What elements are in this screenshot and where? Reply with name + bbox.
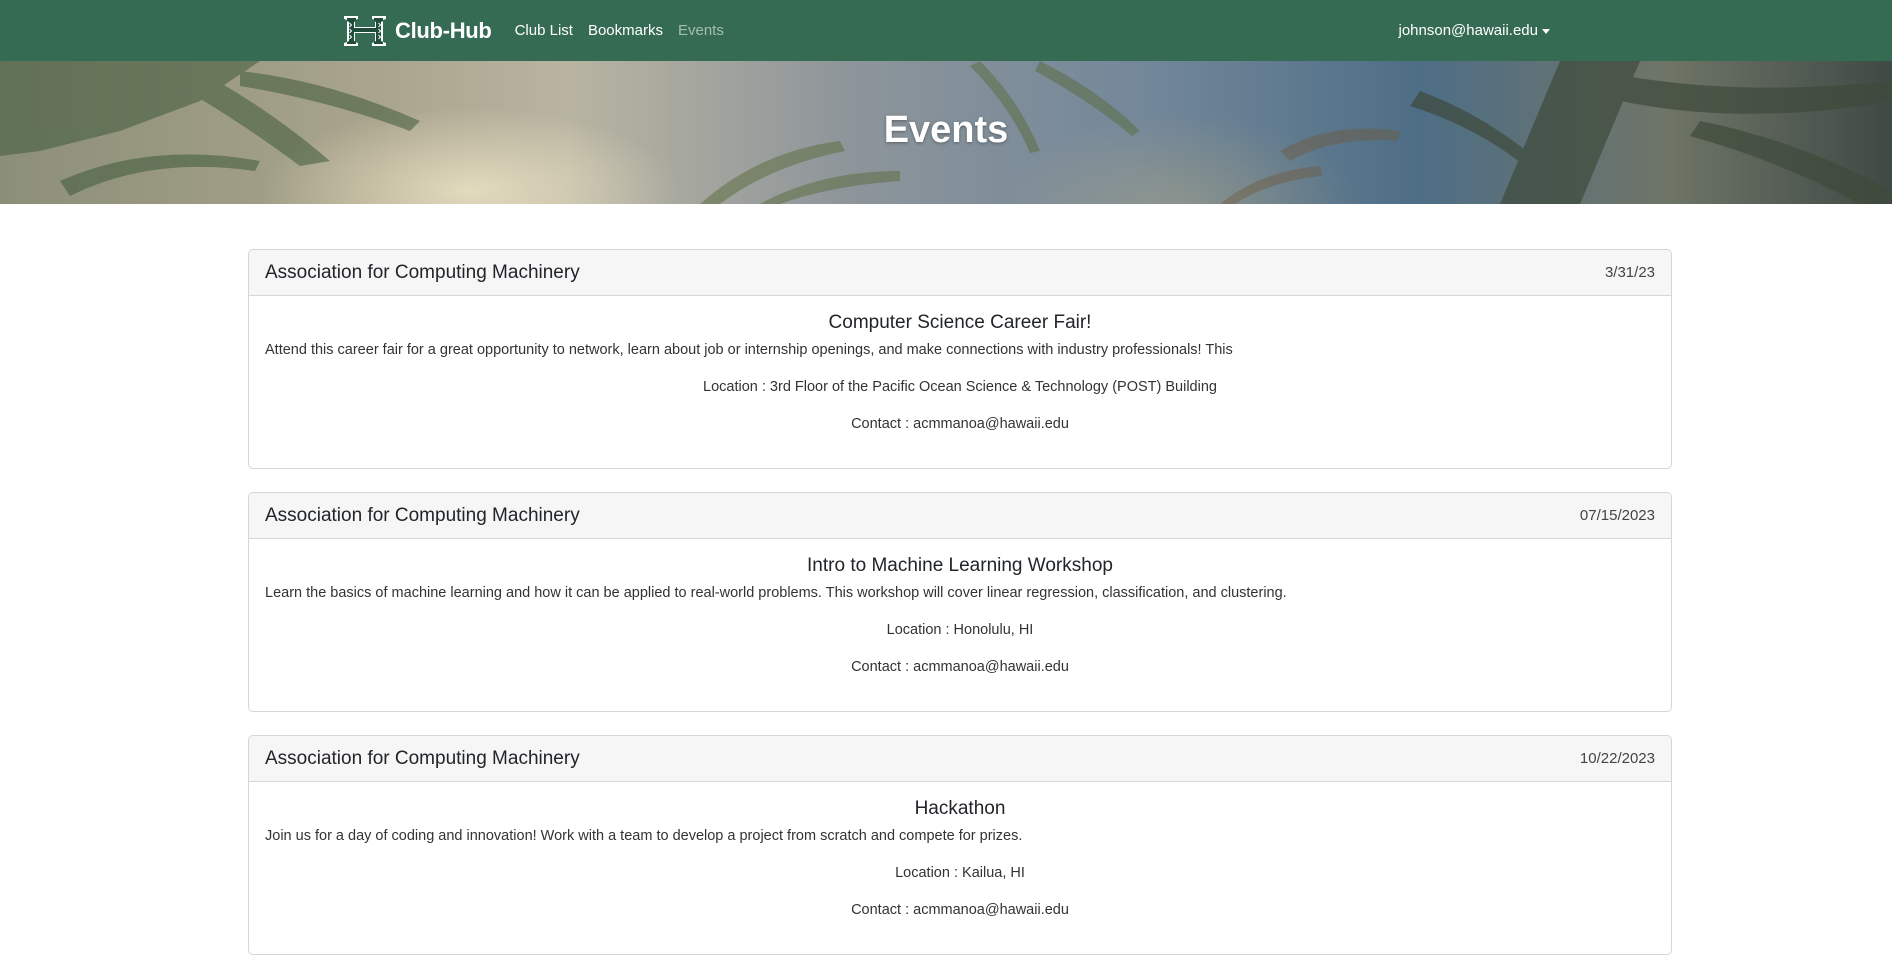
event-date: 3/31/23 bbox=[1604, 264, 1655, 281]
event-description: Learn the basics of machine learning and… bbox=[265, 585, 1287, 601]
event-title: Computer Science Career Fair! bbox=[828, 312, 1092, 333]
user-email: johnson@hawaii.edu bbox=[1398, 22, 1539, 39]
event-contact: Contact : acmmanoa@hawaii.edu bbox=[851, 902, 1069, 918]
event-card: Association for Computing Machinery 10/2… bbox=[248, 735, 1672, 955]
hero-banner: Events bbox=[0, 61, 1892, 204]
page-title: Events bbox=[883, 109, 1009, 151]
event-location: Location : Kailua, HI bbox=[895, 865, 1025, 881]
event-location: Location : 3rd Floor of the Pacific Ocea… bbox=[703, 379, 1217, 395]
event-card: Association for Computing Machinery 3/31… bbox=[248, 249, 1672, 469]
user-dropdown[interactable]: johnson@hawaii.edu bbox=[1398, 22, 1550, 39]
event-club-name: Association for Computing Machinery bbox=[265, 747, 580, 769]
navbar-container: Club-Hub Club List Bookmarks Events john… bbox=[342, 0, 1550, 61]
nav-links: Club List Bookmarks Events bbox=[515, 22, 724, 39]
nav-link-bookmarks[interactable]: Bookmarks bbox=[588, 22, 663, 39]
nav-link-events[interactable]: Events bbox=[678, 22, 724, 39]
brand-link[interactable]: Club-Hub bbox=[342, 13, 492, 49]
event-club-name: Association for Computing Machinery bbox=[265, 504, 580, 526]
event-card-header: Association for Computing Machinery 10/2… bbox=[249, 736, 1671, 782]
event-date: 10/22/2023 bbox=[1579, 750, 1655, 767]
events-list: Association for Computing Machinery 3/31… bbox=[248, 249, 1672, 978]
event-card-body: Computer Science Career Fair! Attend thi… bbox=[249, 296, 1671, 432]
event-description: Attend this career fair for a great oppo… bbox=[265, 342, 1233, 358]
event-location: Location : Honolulu, HI bbox=[886, 622, 1034, 638]
event-description: Join us for a day of coding and innovati… bbox=[265, 828, 1023, 844]
hawaii-h-logo-icon bbox=[344, 15, 386, 46]
event-card-header: Association for Computing Machinery 3/31… bbox=[249, 250, 1671, 296]
event-date: 07/15/2023 bbox=[1579, 507, 1655, 524]
event-card-body: Hackathon Join us for a day of coding an… bbox=[249, 782, 1671, 918]
event-contact: Contact : acmmanoa@hawaii.edu bbox=[851, 659, 1069, 675]
event-club-name: Association for Computing Machinery bbox=[265, 261, 580, 283]
event-card: Association for Computing Machinery 07/1… bbox=[248, 492, 1672, 712]
top-navbar: Club-Hub Club List Bookmarks Events john… bbox=[0, 0, 1892, 61]
nav-link-club-list[interactable]: Club List bbox=[515, 22, 573, 39]
event-card-body: Intro to Machine Learning Workshop Learn… bbox=[249, 539, 1671, 675]
event-title: Intro to Machine Learning Workshop bbox=[807, 555, 1113, 576]
event-title: Hackathon bbox=[914, 798, 1006, 819]
brand-name: Club-Hub bbox=[395, 17, 492, 43]
caret-down-icon bbox=[1542, 29, 1550, 34]
event-contact: Contact : acmmanoa@hawaii.edu bbox=[851, 416, 1069, 432]
event-card-header: Association for Computing Machinery 07/1… bbox=[249, 493, 1671, 539]
